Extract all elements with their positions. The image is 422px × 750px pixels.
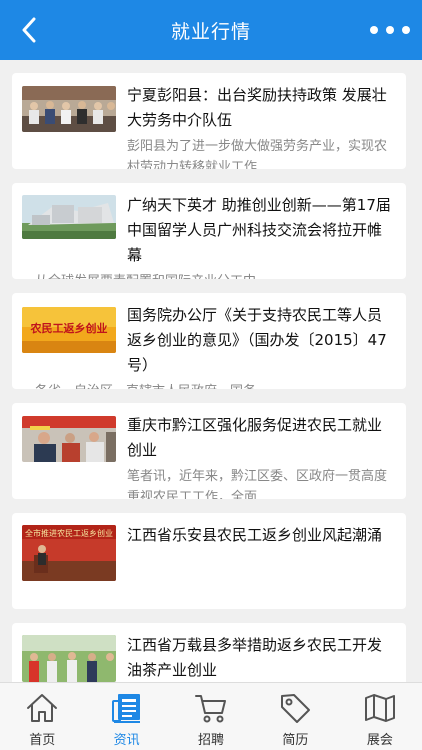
tab-exhibitions[interactable]: 展会 (338, 683, 422, 750)
tag-icon (281, 694, 311, 723)
tab-label: 简历 (282, 733, 309, 748)
news-thumbnail (22, 195, 116, 239)
news-item[interactable]: 全市推进农民工返乡创业 江西省乐安县农民工返乡创业风起潮涌 (12, 513, 406, 609)
bottom-tab-bar: 首页 资讯 招聘 简历 展会 (0, 682, 422, 750)
tab-jobs[interactable]: 招聘 (169, 683, 253, 750)
news-thumbnail: 全市推进农民工返乡创业 (22, 525, 116, 581)
news-summary: 从全球发展要素配置和国际产业分工中 (35, 271, 256, 279)
more-dot (386, 26, 394, 34)
news-summary: 各省、自治区、直辖市人民政府，国务 (35, 381, 256, 389)
news-thumbnail: 农民工返乡创业 (22, 307, 116, 353)
news-title: 江西省乐安县农民工返乡创业风起潮涌 (127, 526, 383, 544)
news-item[interactable]: 宁夏彭阳县：出台奖励扶持政策 发展壮大劳务中介队伍 彭阳县为了进一步做大做强劳务… (12, 73, 406, 169)
news-title: 广纳天下英才 助推创业创新——第17届中国留学人员广州科技交流会将拉开帷幕 (127, 196, 391, 264)
news-summary: 笔者讯，近年来，黔江区委、区政府一贯高度重视农民工工作，全面 (127, 469, 388, 499)
more-dot (402, 26, 410, 34)
news-item[interactable]: 广纳天下英才 助推创业创新——第17届中国留学人员广州科技交流会将拉开帷幕 从全… (12, 183, 406, 279)
news-item[interactable]: 江西省万载县多举措助返乡农民工开发油茶产业创业 (12, 623, 406, 682)
news-title: 重庆市黔江区强化服务促进农民工就业创业 (127, 416, 383, 459)
tab-label: 展会 (366, 733, 393, 748)
tab-label: 资讯 (113, 733, 140, 748)
news-icon (111, 694, 140, 723)
page-title: 就业行情 (170, 20, 251, 43)
news-item[interactable]: 重庆市黔江区强化服务促进农民工就业创业 笔者讯，近年来，黔江区委、区政府一贯高度… (12, 403, 406, 499)
back-button[interactable] (14, 14, 46, 46)
news-thumbnail (22, 635, 116, 682)
map-icon (364, 694, 395, 722)
more-dot (370, 26, 378, 34)
news-title: 国务院办公厅《关于支持农民工等人员返乡创业的意见》（国办发〔2015〕47号） (127, 306, 387, 374)
thumbnail-caption: 全市推进农民工返乡创业 (25, 528, 113, 538)
news-thumbnail (22, 416, 116, 462)
news-item[interactable]: 农民工返乡创业 国务院办公厅《关于支持农民工等人员返乡创业的意见》（国办发〔20… (12, 293, 406, 389)
tab-resume[interactable]: 简历 (253, 683, 337, 750)
home-icon (27, 694, 58, 722)
more-button[interactable] (370, 18, 410, 42)
news-summary: 彭阳县为了进一步做大做强劳务产业，实现农村劳动力转移就业工作 (127, 139, 388, 169)
news-list: 宁夏彭阳县：出台奖励扶持政策 发展壮大劳务中介队伍 彭阳县为了进一步做大做强劳务… (0, 60, 422, 682)
tab-label: 首页 (29, 733, 56, 748)
thumbnail-caption: 农民工返乡创业 (30, 321, 108, 335)
tab-home[interactable]: 首页 (0, 683, 84, 750)
chevron-left-icon (22, 17, 36, 43)
news-title: 江西省万载县多举措助返乡农民工开发油茶产业创业 (127, 636, 383, 679)
news-title: 宁夏彭阳县：出台奖励扶持政策 发展壮大劳务中介队伍 (127, 86, 387, 129)
tab-news[interactable]: 资讯 (84, 683, 168, 750)
top-bar: 就业行情 (0, 0, 422, 60)
tab-label: 招聘 (198, 733, 225, 748)
news-thumbnail (22, 86, 116, 132)
cart-icon (195, 695, 227, 723)
